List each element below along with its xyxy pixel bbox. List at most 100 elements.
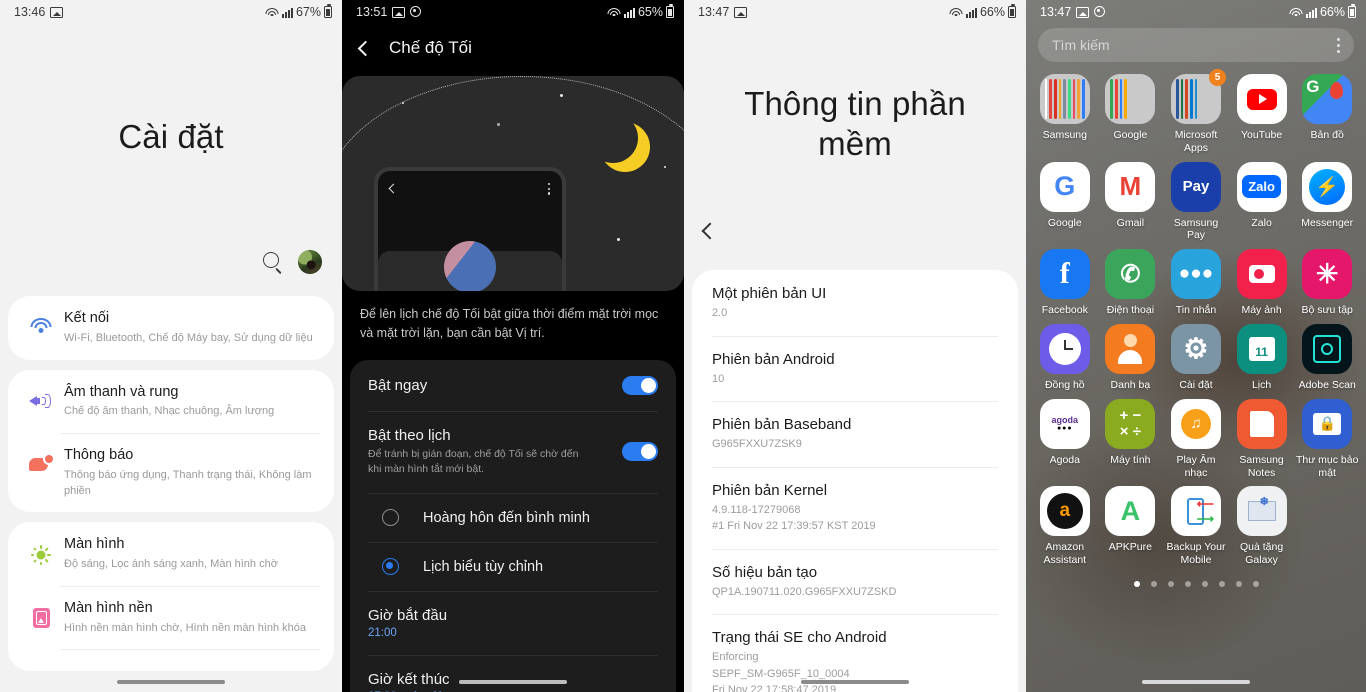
- navigation-bar-handle[interactable]: [117, 680, 225, 684]
- row-sunset-to-sunrise[interactable]: Hoàng hôn đến bình minh: [350, 493, 676, 542]
- app-item-phone[interactable]: ✆ Điện thoại: [1098, 249, 1164, 317]
- row-scheduled[interactable]: Bật theo lịch Để tránh bị gián đoạn, chế…: [350, 410, 676, 493]
- kebab-menu-icon[interactable]: [1337, 37, 1340, 53]
- app-item-calculator[interactable]: + − × ÷ Máy tính: [1098, 398, 1164, 480]
- list-item[interactable]: Một phiên bản UI 2.0: [692, 270, 1018, 336]
- row-custom-schedule[interactable]: Lịch biểu tùy chỉnh: [350, 542, 676, 591]
- page-dot[interactable]: [1167, 580, 1174, 587]
- app-item-samsung[interactable]: Samsung: [1032, 74, 1098, 155]
- row-turn-on-now[interactable]: Bật ngay: [350, 360, 676, 411]
- app-item-google[interactable]: G Google: [1032, 161, 1098, 243]
- app-item-maps[interactable]: G Bản đồ: [1294, 74, 1360, 155]
- status-bar: 13:47 66%: [684, 0, 1026, 24]
- sidebar-item-sound[interactable]: Âm thanh và rung Chế độ âm thanh, Nhạc c…: [8, 370, 334, 434]
- list-item[interactable]: Phiên bản Kernel 4.9.118-17279068 #1 Fri…: [692, 466, 1018, 549]
- status-time: 13:46: [14, 5, 46, 19]
- samsung-notes-icon: [1236, 398, 1287, 449]
- back-area: [684, 222, 1026, 270]
- toggle-scheduled[interactable]: [622, 442, 658, 462]
- info-label: Phiên bản Baseband: [712, 416, 852, 433]
- page-title-area: Thông tin phần mềm: [684, 24, 1026, 224]
- back-icon[interactable]: [357, 40, 374, 56]
- app-item-clock[interactable]: Đồng hồ: [1032, 323, 1098, 392]
- back-icon[interactable]: [701, 222, 719, 240]
- apkpure-icon: A: [1105, 486, 1156, 537]
- app-item-samsung-notes[interactable]: Samsung Notes: [1229, 398, 1295, 480]
- maps-icon: G: [1302, 74, 1353, 124]
- app-item-google-folder[interactable]: Google: [1098, 74, 1164, 155]
- row-start-time[interactable]: Giờ bắt đầu 21:00: [350, 591, 676, 655]
- app-item-amazon-assistant[interactable]: a Amazon Assistant: [1032, 486, 1098, 567]
- page-dot[interactable]: [1201, 580, 1208, 587]
- page-dot[interactable]: [1133, 580, 1140, 587]
- messenger-icon: ⚡: [1302, 161, 1353, 212]
- app-item-camera[interactable]: Máy ảnh: [1229, 249, 1295, 317]
- page-dot[interactable]: [1218, 580, 1225, 587]
- app-item-samsung-pay[interactable]: Pay Samsung Pay: [1163, 161, 1229, 243]
- search-input[interactable]: Tìm kiếm: [1038, 28, 1354, 62]
- setting-title: Âm thanh và rung: [64, 383, 179, 400]
- avatar[interactable]: [298, 250, 322, 274]
- row-end-time[interactable]: Giờ kết thúc 07:00 ngày tới: [350, 655, 676, 692]
- list-item[interactable]: Số hiệu bản tạo QP1A.190711.020.G965FXXU…: [692, 548, 1018, 615]
- app-item-agoda[interactable]: agoda ●●● Agoda: [1032, 398, 1098, 480]
- app-item-messages[interactable]: ●●● Tin nhắn: [1163, 249, 1229, 317]
- app-item-facebook[interactable]: f Facebook: [1032, 249, 1098, 317]
- image-icon: [392, 6, 406, 18]
- app-item-galaxy-gifts[interactable]: ❄ Quà tặng Galaxy: [1229, 486, 1295, 567]
- list-item[interactable]: Phiên bản Android 10: [692, 335, 1018, 402]
- navigation-bar-handle[interactable]: [459, 680, 567, 684]
- page-dot[interactable]: [1252, 580, 1259, 587]
- sidebar-item-partial[interactable]: [8, 649, 334, 671]
- app-item-calendar[interactable]: 11 Lịch: [1229, 323, 1295, 392]
- toggle-turn-on-now[interactable]: [622, 375, 658, 395]
- navigation-bar-handle[interactable]: [801, 680, 909, 684]
- sidebar-item-display[interactable]: Màn hình Độ sáng, Lọc ánh sáng xanh, Màn…: [8, 522, 334, 586]
- status-bar: 13:46 67%: [0, 0, 342, 24]
- setting-title: Màn hình nền: [64, 599, 153, 616]
- app-item-play-music[interactable]: ♫ Play Âm nhạc: [1163, 398, 1229, 480]
- gmail-icon: M: [1105, 161, 1156, 212]
- star-decoration: [617, 238, 620, 241]
- radio-sunset-to-sunrise[interactable]: [382, 509, 399, 527]
- page-dot[interactable]: [1184, 580, 1191, 587]
- app-item-contacts[interactable]: Danh bạ: [1098, 323, 1164, 392]
- list-item[interactable]: Phiên bản Baseband G965FXXU7ZSK9: [692, 401, 1018, 467]
- app-item-adobe-scan[interactable]: Adobe Scan: [1294, 323, 1360, 392]
- app-label: Samsung Notes: [1239, 453, 1284, 479]
- sidebar-item-connections[interactable]: Kết nối Wi-Fi, Bluetooth, Chế độ Máy bay…: [8, 296, 334, 360]
- page-dot[interactable]: [1235, 580, 1242, 587]
- wifi-icon: [949, 7, 963, 18]
- app-item-secure-folder[interactable]: 🔒 Thư mục bảo mật: [1294, 398, 1360, 480]
- dark-mode-illustration: [342, 76, 684, 291]
- search-icon[interactable]: [262, 251, 284, 273]
- app-label: Google: [1113, 129, 1148, 141]
- setting-title: Thông báo: [64, 447, 134, 463]
- app-label: Đồng hồ: [1044, 378, 1085, 391]
- sidebar-item-notifications[interactable]: Thông báo Thông báo ứng dụng, Thanh trạn…: [8, 433, 334, 512]
- location-icon: [410, 6, 422, 18]
- page-indicator[interactable]: [1026, 580, 1366, 587]
- page-dot[interactable]: [1150, 580, 1157, 587]
- app-item-messenger[interactable]: ⚡ Messenger: [1294, 161, 1360, 243]
- app-label: Máy ảnh: [1241, 304, 1282, 317]
- radio-custom-schedule[interactable]: [382, 558, 399, 576]
- info-value: 2.0: [712, 307, 728, 319]
- sidebar-item-wallpaper[interactable]: Màn hình nền Hình nền màn hình chờ, Hình…: [8, 585, 334, 650]
- app-label: Máy tính: [1110, 453, 1151, 466]
- app-label: Bộ sưu tập: [1301, 304, 1353, 317]
- app-item-gallery[interactable]: ✳ Bộ sưu tập: [1294, 249, 1360, 317]
- app-item-backup-your-mobile[interactable]: ⟵ ⟶ Backup Your Mobile: [1163, 486, 1229, 567]
- app-item-youtube[interactable]: YouTube: [1229, 74, 1295, 155]
- app-item-gmail[interactable]: M Gmail: [1098, 161, 1164, 243]
- app-label: Tin nhắn: [1175, 304, 1217, 317]
- app-item-apkpure[interactable]: A APKPure: [1098, 486, 1164, 567]
- app-label: Cài đặt: [1179, 378, 1213, 391]
- battery-icon: [324, 4, 332, 18]
- navigation-bar-handle[interactable]: [1142, 680, 1250, 684]
- app-item-zalo[interactable]: Zalo Zalo: [1229, 161, 1295, 243]
- setting-title: Kết nối: [64, 310, 110, 326]
- app-item-microsoft-apps[interactable]: 5 Microsoft Apps: [1163, 69, 1229, 155]
- battery-icon: [1008, 4, 1016, 18]
- app-item-settings[interactable]: ⚙ Cài đặt: [1163, 323, 1229, 392]
